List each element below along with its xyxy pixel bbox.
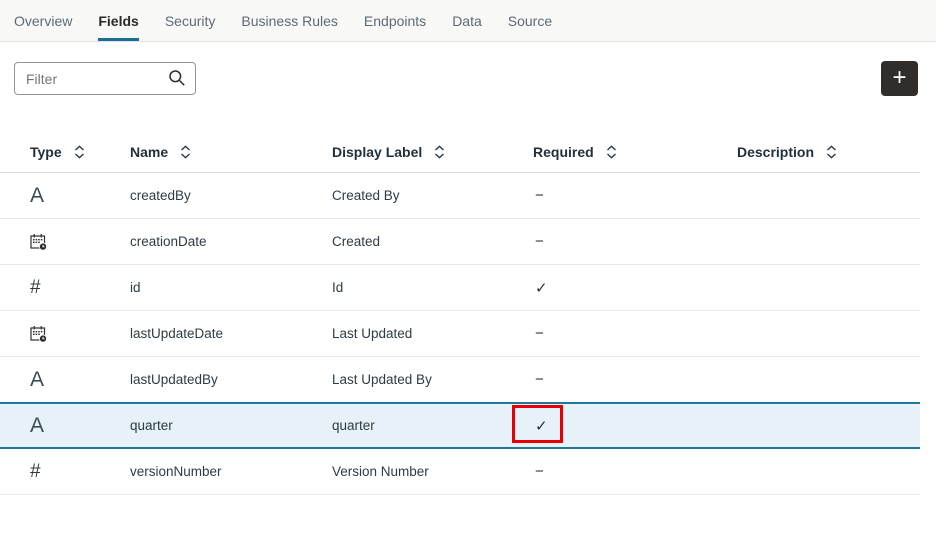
tab-overview[interactable]: Overview (14, 0, 72, 41)
tab-label: Overview (14, 13, 72, 29)
column-header-type[interactable]: Type (30, 144, 130, 160)
add-field-button[interactable]: + (881, 61, 918, 96)
not-required-dash: − (535, 187, 544, 204)
required-check-icon: ✓ (535, 418, 548, 435)
table-header-row: Type Name Display Label Required Descrip… (0, 131, 920, 173)
datetime-type-icon (30, 325, 48, 343)
filter-field (14, 62, 196, 95)
column-header-required[interactable]: Required (533, 144, 737, 160)
required-cell: − (533, 371, 737, 388)
display-label-cell: Last Updated By (332, 372, 533, 387)
datetime-type-icon (30, 233, 48, 251)
sort-icon (434, 145, 445, 159)
required-cell: − (533, 325, 737, 342)
required-cell: − (533, 233, 737, 250)
tab-source[interactable]: Source (508, 0, 552, 41)
name-cell: lastUpdatedBy (130, 372, 332, 387)
name-cell: versionNumber (130, 464, 332, 479)
type-cell (30, 325, 130, 343)
display-label-cell: Id (332, 280, 533, 295)
tab-bar: Overview Fields Security Business Rules … (0, 0, 936, 42)
type-cell: # (30, 278, 130, 297)
type-cell: # (30, 462, 130, 481)
display-label-cell: quarter (332, 418, 533, 433)
table-row[interactable]: A lastUpdatedBy Last Updated By − (0, 357, 920, 403)
tab-label: Business Rules (241, 13, 338, 29)
tab-label: Fields (98, 13, 138, 29)
sort-icon (606, 145, 617, 159)
name-cell: id (130, 280, 332, 295)
column-label: Name (130, 144, 168, 160)
plus-icon: + (892, 66, 906, 90)
number-type-icon: # (30, 278, 41, 297)
fields-table: Type Name Display Label Required Descrip… (0, 131, 920, 495)
type-cell: A (30, 415, 130, 436)
table-row[interactable]: # versionNumber Version Number − (0, 449, 920, 495)
name-cell: quarter (130, 418, 332, 433)
required-cell: ✓ (533, 279, 737, 297)
not-required-dash: − (535, 233, 544, 250)
sort-icon (74, 145, 85, 159)
required-check-icon: ✓ (535, 280, 548, 297)
sort-icon (826, 145, 837, 159)
column-label: Required (533, 144, 594, 160)
number-type-icon: # (30, 462, 41, 481)
tab-security[interactable]: Security (165, 0, 216, 41)
text-type-icon: A (30, 185, 44, 206)
column-label: Display Label (332, 144, 422, 160)
not-required-dash: − (535, 371, 544, 388)
display-label-cell: Version Number (332, 464, 533, 479)
column-label: Description (737, 144, 814, 160)
required-cell: − (533, 463, 737, 480)
column-label: Type (30, 144, 62, 160)
tab-fields[interactable]: Fields (98, 0, 138, 41)
required-cell: ✓ (533, 417, 737, 435)
name-cell: lastUpdateDate (130, 326, 332, 341)
text-type-icon: A (30, 415, 44, 436)
column-header-name[interactable]: Name (130, 144, 332, 160)
not-required-dash: − (535, 325, 544, 342)
column-header-display-label[interactable]: Display Label (332, 144, 533, 160)
type-cell: A (30, 185, 130, 206)
table-row[interactable]: creationDate Created − (0, 219, 920, 265)
sort-icon (180, 145, 191, 159)
tab-endpoints[interactable]: Endpoints (364, 0, 426, 41)
table-row[interactable]: lastUpdateDate Last Updated − (0, 311, 920, 357)
table-row-selected[interactable]: A quarter quarter ✓ (0, 402, 920, 449)
not-required-dash: − (535, 463, 544, 480)
name-cell: createdBy (130, 188, 332, 203)
tab-data[interactable]: Data (452, 0, 482, 41)
text-type-icon: A (30, 369, 44, 390)
table-row[interactable]: # id Id ✓ (0, 265, 920, 311)
required-cell: − (533, 187, 737, 204)
display-label-cell: Last Updated (332, 326, 533, 341)
display-label-cell: Created By (332, 188, 533, 203)
column-header-description[interactable]: Description (737, 144, 920, 160)
fields-page: Overview Fields Security Business Rules … (0, 0, 936, 545)
display-label-cell: Created (332, 234, 533, 249)
type-cell: A (30, 369, 130, 390)
tab-label: Endpoints (364, 13, 426, 29)
name-cell: creationDate (130, 234, 332, 249)
table-row[interactable]: A createdBy Created By − (0, 173, 920, 219)
tab-label: Security (165, 13, 216, 29)
tab-label: Data (452, 13, 482, 29)
tab-label: Source (508, 13, 552, 29)
search-icon[interactable] (168, 69, 186, 87)
type-cell (30, 233, 130, 251)
tab-business-rules[interactable]: Business Rules (241, 0, 338, 41)
